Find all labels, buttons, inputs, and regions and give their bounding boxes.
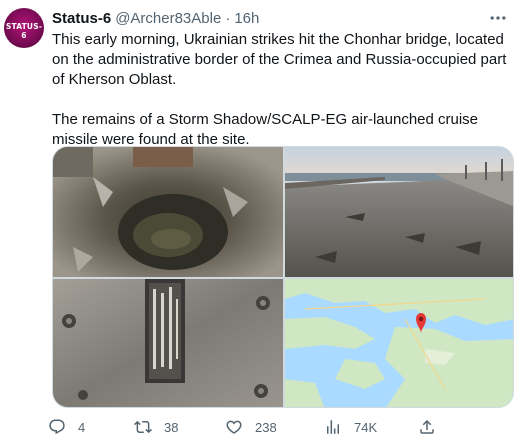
bridge-road-photo[interactable] (285, 147, 513, 277)
share-icon (420, 419, 434, 434)
tweet[interactable]: STATUS-6 Status-6 @Archer83Able · 16h Th… (0, 0, 518, 447)
tweet-paragraph: This early morning, Ukrainian strikes hi… (52, 31, 507, 88)
separator-dot: · (225, 9, 231, 27)
display-name[interactable]: Status-6 (52, 10, 111, 27)
more-icon (490, 16, 506, 20)
views-button[interactable]: 74K (324, 415, 377, 439)
avatar-logo-text: STATUS-6 (5, 22, 43, 40)
reply-count: 4 (78, 419, 86, 435)
map-photo[interactable] (285, 279, 513, 407)
missile-fragment-photo[interactable] (53, 279, 283, 407)
more-options-button[interactable] (488, 8, 508, 28)
retweet-count: 38 (164, 419, 179, 435)
timestamp[interactable]: 16h (234, 10, 259, 27)
reply-button[interactable]: 4 (48, 415, 85, 439)
user-handle[interactable]: @Archer83Able (115, 10, 221, 27)
like-count: 238 (255, 419, 277, 435)
views-count: 74K (354, 419, 378, 435)
reply-icon (49, 419, 65, 435)
retweet-icon (134, 420, 152, 434)
media-grid (52, 146, 514, 408)
like-button[interactable]: 238 (225, 415, 277, 439)
retweet-button[interactable]: 38 (134, 415, 178, 439)
heart-icon (226, 420, 242, 434)
crater-photo[interactable] (53, 147, 283, 277)
tweet-paragraph: The remains of a Storm Shadow/SCALP-EG a… (52, 111, 479, 148)
tweet-text: This early morning, Ukrainian strikes hi… (52, 30, 514, 150)
share-button[interactable] (418, 415, 436, 439)
tweet-header: Status-6 @Archer83Able · 16h (52, 9, 259, 27)
tweet-actions: 4 38 238 74K (48, 415, 468, 439)
avatar[interactable]: STATUS-6 (4, 8, 44, 48)
views-icon (327, 420, 339, 434)
